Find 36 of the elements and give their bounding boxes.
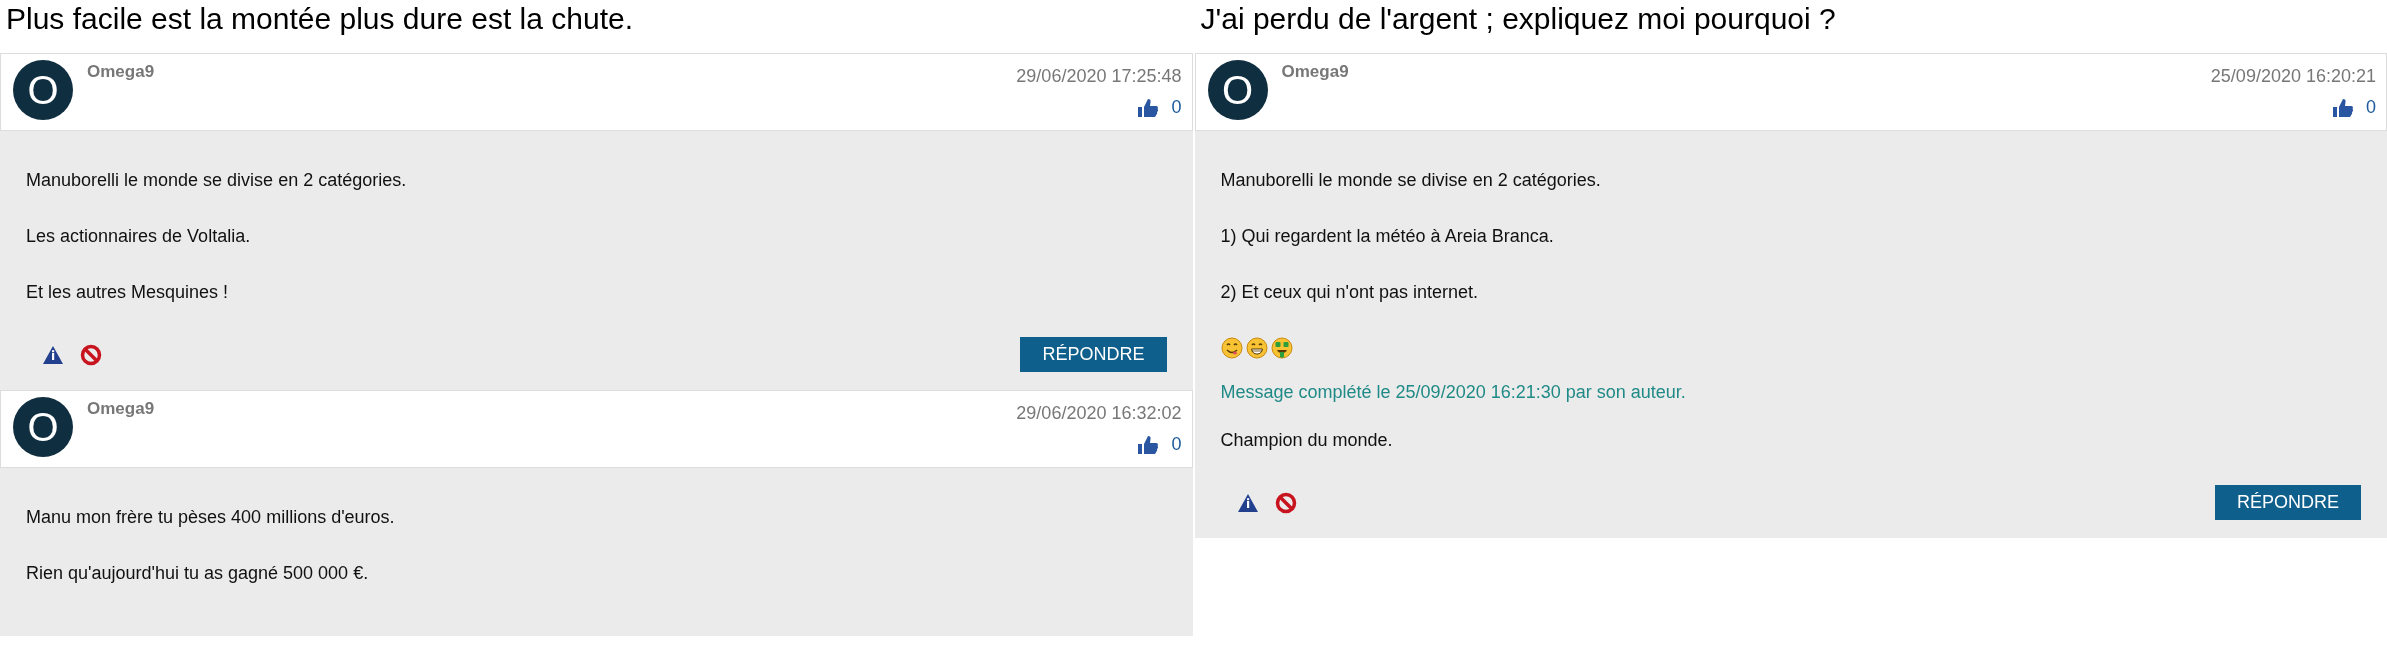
block-icon[interactable] bbox=[1274, 491, 1297, 514]
avatar[interactable]: O bbox=[13, 397, 73, 457]
like-count: 0 bbox=[1171, 97, 1182, 118]
post-date: 25/09/2020 16:20:21 bbox=[2210, 66, 2376, 87]
post-text: Rien qu'aujourd'hui tu as gagné 500 000 €. bbox=[26, 562, 370, 584]
post-text: Manu mon frère tu pèses 400 millions d'euros. bbox=[26, 506, 396, 528]
post-text: Manuborelli le monde se divise en 2 catégories. bbox=[1220, 169, 1602, 191]
warning-icon[interactable] bbox=[1236, 492, 1259, 513]
edit-note: Message complété le 25/09/2020 16:21:30 par son auteur. bbox=[1220, 381, 1687, 403]
thumbs-up-icon[interactable] bbox=[1137, 434, 1160, 455]
like-count: 0 bbox=[2366, 97, 2376, 118]
post-text: Manuborelli le monde se divise en 2 catégories. bbox=[26, 169, 408, 191]
author-name[interactable]: Omega9 bbox=[87, 62, 155, 82]
post-date: 29/06/2020 17:25:48 bbox=[1016, 66, 1182, 87]
thumbs-up-icon[interactable] bbox=[2332, 97, 2354, 118]
thread-title: Plus facile est la montée plus dure est la chute. bbox=[5, 1, 634, 37]
post-text: 2) Et ceux qui n'ont pas internet. bbox=[1220, 281, 1480, 303]
avatar[interactable]: O bbox=[1207, 60, 1268, 120]
post-date: 29/06/2020 16:32:02 bbox=[1016, 403, 1182, 424]
post-text: Champion du monde. bbox=[1220, 429, 1394, 451]
thread-title: J'ai perdu de l'argent ; expliquez moi pourquoi ? bbox=[1199, 1, 1837, 37]
like-count: 0 bbox=[1171, 434, 1182, 455]
author-name[interactable]: Omega9 bbox=[1281, 62, 1349, 82]
author-name[interactable]: Omega9 bbox=[87, 399, 155, 419]
reply-button[interactable]: RÉPONDRE bbox=[2215, 485, 2361, 520]
avatar[interactable]: O bbox=[13, 60, 73, 120]
post-text: 1) Qui regardent la météo à Areia Branca. bbox=[1220, 225, 1555, 247]
money-face-icon bbox=[1270, 337, 1293, 359]
block-icon[interactable] bbox=[80, 343, 102, 366]
thumbs-up-icon[interactable] bbox=[1137, 97, 1160, 118]
warning-icon[interactable] bbox=[42, 344, 64, 365]
post-text: Les actionnaires de Voltalia. bbox=[26, 225, 252, 247]
post-text: Et les autres Mesquines ! bbox=[26, 281, 230, 303]
grinning-icon bbox=[1245, 337, 1268, 359]
reply-button[interactable]: RÉPONDRE bbox=[1020, 337, 1167, 372]
smiley-icon bbox=[1220, 337, 1243, 359]
